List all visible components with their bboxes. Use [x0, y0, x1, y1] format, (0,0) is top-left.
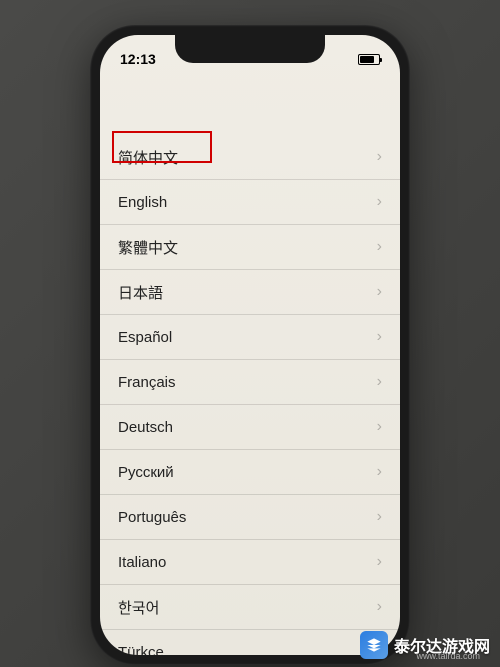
language-label: 日本語: [118, 282, 163, 303]
language-label: Русский: [118, 464, 174, 481]
language-label: Türkçe: [118, 644, 164, 656]
language-item-korean[interactable]: 한국어 ›: [100, 585, 400, 630]
language-item-portuguese[interactable]: Português ›: [100, 495, 400, 540]
status-right: [358, 54, 380, 65]
language-label: Français: [118, 374, 176, 391]
language-list[interactable]: 简体中文 › English › 繁體中文 › 日本語 › Español: [100, 135, 400, 655]
language-item-japanese[interactable]: 日本語 ›: [100, 270, 400, 315]
language-label: Español: [118, 329, 172, 346]
chevron-right-icon: ›: [377, 418, 382, 436]
language-item-russian[interactable]: Русский ›: [100, 450, 400, 495]
chevron-right-icon: ›: [377, 463, 382, 481]
watermark: 泰尔达游戏网 www.tairda.com: [360, 631, 490, 659]
language-item-turkish[interactable]: Türkçe ›: [100, 630, 400, 655]
language-item-traditional-chinese[interactable]: 繁體中文 ›: [100, 225, 400, 270]
chevron-right-icon: ›: [377, 508, 382, 526]
language-item-german[interactable]: Deutsch ›: [100, 405, 400, 450]
chevron-right-icon: ›: [377, 373, 382, 391]
battery-level: [360, 56, 374, 63]
notch: [175, 35, 325, 63]
phone-screen: 12:13 简体中文 › English › 繁體中文: [100, 35, 400, 655]
language-item-spanish[interactable]: Español ›: [100, 315, 400, 360]
chevron-right-icon: ›: [377, 148, 382, 166]
language-label: Deutsch: [118, 419, 173, 436]
language-label: Português: [118, 509, 186, 526]
language-label: English: [118, 194, 167, 211]
language-item-english[interactable]: English ›: [100, 180, 400, 225]
battery-icon: [358, 54, 380, 65]
chevron-right-icon: ›: [377, 193, 382, 211]
language-label: 简体中文: [118, 147, 178, 168]
language-selection-screen: 简体中文 › English › 繁體中文 › 日本語 › Español: [100, 75, 400, 655]
watermark-logo-icon: [360, 631, 388, 659]
chevron-right-icon: ›: [377, 283, 382, 301]
language-label: 繁體中文: [118, 237, 178, 258]
language-item-italian[interactable]: Italiano ›: [100, 540, 400, 585]
chevron-right-icon: ›: [377, 598, 382, 616]
language-item-simplified-chinese[interactable]: 简体中文 ›: [100, 135, 400, 180]
watermark-url: www.tairda.com: [416, 651, 480, 661]
language-item-french[interactable]: Français ›: [100, 360, 400, 405]
chevron-right-icon: ›: [377, 238, 382, 256]
language-label: Italiano: [118, 554, 166, 571]
language-label: 한국어: [118, 597, 159, 618]
phone-frame: 12:13 简体中文 › English › 繁體中文: [90, 25, 410, 665]
status-time: 12:13: [120, 51, 156, 67]
chevron-right-icon: ›: [377, 328, 382, 346]
chevron-right-icon: ›: [377, 553, 382, 571]
